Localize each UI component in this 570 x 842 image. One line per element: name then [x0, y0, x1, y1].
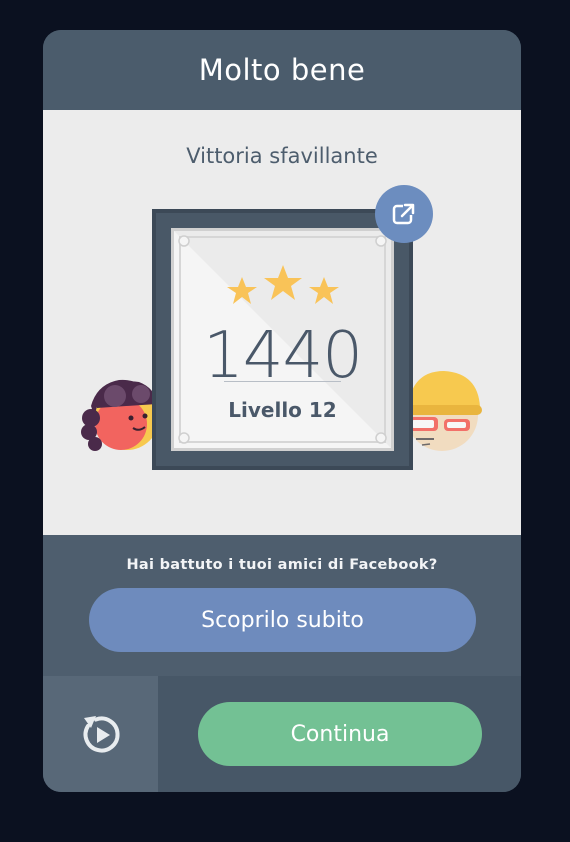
- facebook-section: Hai battuto i tuoi amici di Facebook? Sc…: [43, 535, 521, 676]
- result-dialog: Molto bene Vittoria sfavillante 1440 Liv…: [43, 30, 521, 792]
- star-icon: [264, 265, 302, 300]
- score-divider: [224, 381, 341, 382]
- score-card: 1440 Livello 12: [171, 228, 394, 451]
- replay-icon: [83, 716, 119, 753]
- find-out-label: Scoprilo subito: [201, 607, 364, 633]
- score-frame: 1440 Livello 12: [152, 209, 413, 470]
- continue-label: Continua: [290, 721, 390, 747]
- footer-bar: Continua: [43, 676, 521, 792]
- dialog-header: Molto bene: [43, 30, 521, 110]
- replay-button[interactable]: [43, 676, 158, 792]
- share-icon: [392, 203, 415, 225]
- level-label: Livello 12: [228, 398, 337, 422]
- result-subtitle: Vittoria sfavillante: [186, 144, 378, 168]
- star-icon: [309, 277, 339, 304]
- star-icon: [227, 277, 257, 304]
- facebook-question: Hai battuto i tuoi amici di Facebook?: [126, 557, 438, 573]
- aviator-character-avatar: [81, 379, 159, 451]
- continue-button[interactable]: Continua: [198, 702, 482, 766]
- dialog-title: Molto bene: [198, 53, 366, 87]
- share-button[interactable]: [375, 185, 433, 243]
- find-out-button[interactable]: Scoprilo subito: [89, 588, 476, 652]
- result-panel: Vittoria sfavillante 1440 Livello 12: [43, 110, 521, 535]
- rating-stars: [227, 265, 339, 304]
